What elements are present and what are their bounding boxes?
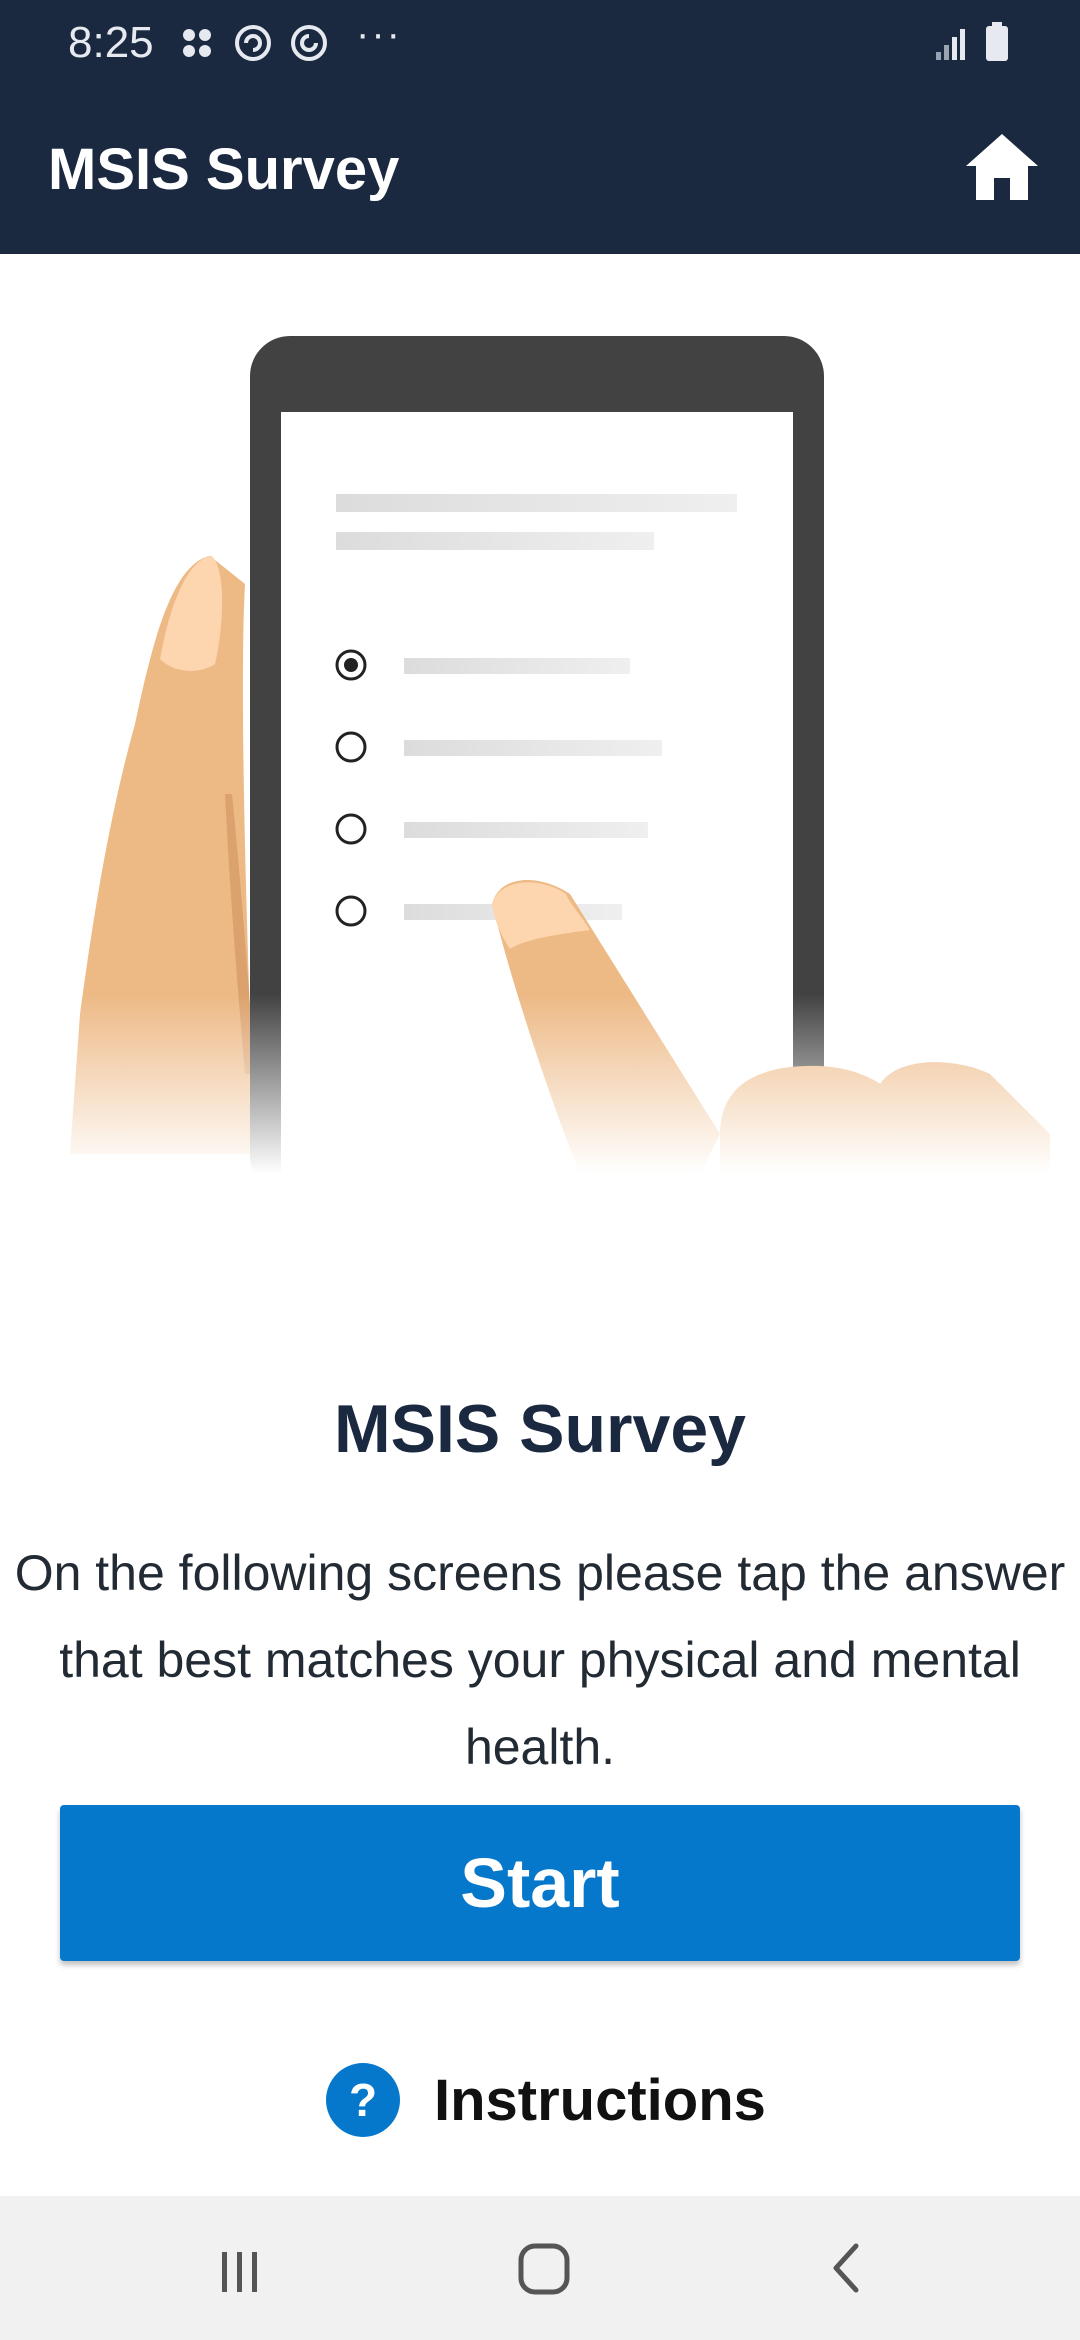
status-bar: 8:25 ··· (0, 0, 1080, 84)
instructions-label: Instructions (434, 2067, 766, 2133)
status-time: 8:25 (68, 18, 154, 67)
battery-icon (986, 22, 1008, 61)
system-nav-bar (0, 2196, 1080, 2340)
apps-icon (183, 29, 211, 57)
signal-icon (936, 29, 965, 60)
notification-icons (176, 22, 330, 64)
sync-icon (235, 25, 271, 61)
system-status-icons (934, 22, 1010, 62)
app-bar: MSIS Survey (0, 84, 1080, 254)
sync-alt-icon (291, 25, 327, 61)
home-icon[interactable] (960, 126, 1044, 210)
survey-description: On the following screens please tap the … (14, 1545, 1066, 1775)
survey-start-screen: 8:25 ··· MSIS Survey MSIS Survey On the … (0, 0, 1080, 2340)
start-button[interactable]: Start (60, 1805, 1020, 1961)
more-notifications: ··· (356, 12, 402, 56)
page-title: MSIS Survey (334, 1391, 746, 1467)
help-icon: ? (326, 2063, 400, 2137)
instructions-link[interactable]: ? Instructions (326, 2060, 766, 2140)
back-icon[interactable] (806, 2232, 886, 2304)
survey-phone-illustration (0, 336, 1080, 1174)
home-circle-icon[interactable] (503, 2232, 583, 2304)
app-title: MSIS Survey (48, 137, 400, 202)
recent-apps-icon[interactable] (200, 2232, 280, 2304)
